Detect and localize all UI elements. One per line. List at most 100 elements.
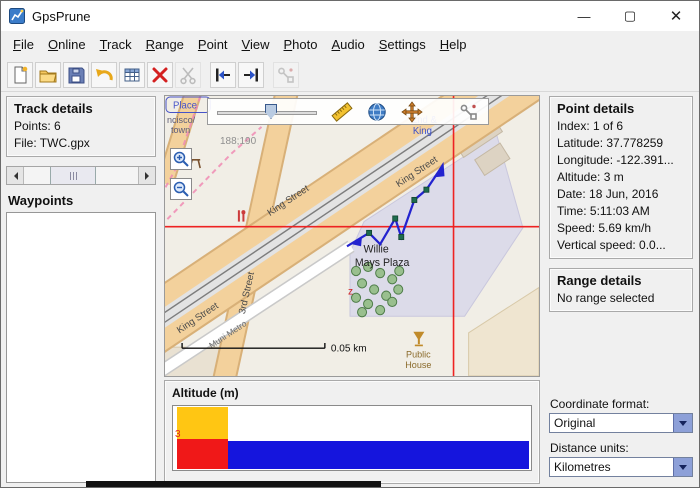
- point-longitude: Longitude: -122.391...: [557, 152, 685, 169]
- chevron-down-icon: [679, 465, 687, 474]
- zoom-in-icon: [172, 150, 190, 168]
- open-file-button[interactable]: [35, 62, 61, 88]
- map-control-bar: [207, 98, 489, 125]
- point-altitude: Altitude: 3 m: [557, 169, 685, 186]
- menu-view[interactable]: View: [235, 33, 277, 56]
- right-panel: Point details Index: 1 of 6 Latitude: 37…: [543, 92, 699, 487]
- zoom-slider[interactable]: [213, 99, 321, 124]
- profile-bars: [228, 441, 529, 469]
- menu-bar: File Online Track Range Point View Photo…: [1, 31, 699, 58]
- chart-title: Altitude (m): [172, 386, 532, 400]
- pub-label-line2: House: [405, 360, 431, 370]
- menu-settings[interactable]: Settings: [372, 33, 433, 56]
- menu-track[interactable]: Track: [93, 33, 139, 56]
- edit-point-button[interactable]: [119, 62, 145, 88]
- next-point-button[interactable]: [238, 62, 264, 88]
- point-latitude: Latitude: 37.778259: [557, 135, 685, 152]
- map-view[interactable]: King Street King Street King Street 3rd …: [164, 95, 540, 377]
- range-status: No range selected: [557, 290, 685, 307]
- point-date: Date: 18 Jun, 2016: [557, 186, 685, 203]
- point-details-title: Point details: [557, 101, 685, 116]
- minimize-button[interactable]: —: [561, 1, 607, 31]
- maximize-button[interactable]: ▢: [607, 1, 653, 31]
- range-details-group: Range details No range selected: [549, 268, 693, 312]
- district-label-line2: ncisco/: [167, 115, 196, 125]
- track-scrollbar[interactable]: [6, 166, 156, 185]
- tile-coordinates-label: 188;190: [220, 136, 256, 147]
- scissors-icon: [178, 65, 198, 85]
- menu-help[interactable]: Help: [433, 33, 474, 56]
- save-floppy-icon: [66, 65, 86, 85]
- pan-mode-button[interactable]: [401, 101, 423, 123]
- distance-units-label: Distance units:: [550, 441, 693, 455]
- edit-mode-button[interactable]: [458, 101, 480, 123]
- connect-link-icon: [276, 65, 296, 85]
- left-arrow-icon: [10, 172, 18, 180]
- coordinate-format-value: Original: [550, 416, 673, 430]
- dropdown-button[interactable]: [673, 414, 692, 432]
- zoom-in-button[interactable]: [170, 148, 192, 170]
- connect-photo-button[interactable]: [273, 62, 299, 88]
- background-window-strip: [86, 481, 381, 487]
- undo-button[interactable]: [91, 62, 117, 88]
- chart-y-tick: 3: [175, 429, 181, 440]
- altitude-chart[interactable]: 3: [172, 405, 532, 471]
- delete-point-button[interactable]: [147, 62, 173, 88]
- grip-line: [70, 172, 71, 180]
- station-label-line2: King: [413, 126, 432, 137]
- scrollbar-right-button[interactable]: [138, 167, 155, 184]
- menu-file[interactable]: File: [6, 33, 41, 56]
- window-controls: — ▢ ✕: [561, 1, 699, 31]
- coordinate-format-select[interactable]: Original: [549, 413, 693, 433]
- chevron-down-icon: [679, 421, 687, 430]
- menu-online[interactable]: Online: [41, 33, 93, 56]
- main-area: Track details Points: 6 File: TWC.gpx Wa…: [1, 92, 699, 487]
- map-marker-z: z: [348, 287, 353, 298]
- menu-photo[interactable]: Photo: [277, 33, 325, 56]
- menu-audio[interactable]: Audio: [324, 33, 371, 56]
- zoom-out-button[interactable]: [170, 178, 192, 200]
- distance-units-select[interactable]: Kilometres: [549, 457, 693, 477]
- measure-button[interactable]: [331, 101, 353, 123]
- toolbar: [1, 58, 699, 92]
- plaza-label-line2: Mays Plaza: [355, 257, 410, 269]
- close-button[interactable]: ✕: [653, 1, 699, 31]
- right-arrow-icon: [145, 172, 153, 180]
- plaza-label-line1: Willie: [364, 243, 389, 255]
- selected-bar-top: [177, 407, 229, 439]
- menu-point[interactable]: Point: [191, 33, 235, 56]
- connect-nodes-icon: [458, 101, 480, 123]
- open-folder-icon: [38, 65, 58, 85]
- title-bar: GpsPrune — ▢ ✕: [1, 1, 699, 31]
- point-time: Time: 5:11:03 AM: [557, 203, 685, 220]
- panel-spacer: [549, 312, 693, 389]
- dropdown-button[interactable]: [673, 458, 692, 476]
- new-file-icon: [10, 65, 30, 85]
- track-details-group: Track details Points: 6 File: TWC.gpx: [6, 96, 156, 157]
- next-point-icon: [241, 65, 261, 85]
- scrollbar-left-button[interactable]: [7, 167, 24, 184]
- point-speed: Speed: 5.69 km/h: [557, 220, 685, 237]
- waypoints-list[interactable]: [6, 212, 156, 483]
- window-title: GpsPrune: [32, 9, 91, 24]
- map-source-button[interactable]: [366, 101, 388, 123]
- app-icon: [9, 8, 25, 24]
- scrollbar-thumb[interactable]: [50, 167, 96, 184]
- save-file-button[interactable]: [63, 62, 89, 88]
- gpsprune-window: GpsPrune — ▢ ✕ File Online Track Range P…: [0, 0, 700, 488]
- new-file-button[interactable]: [7, 62, 33, 88]
- cut-range-button[interactable]: [175, 62, 201, 88]
- grip-line: [76, 172, 77, 180]
- point-vertical-speed: Vertical speed: 0.0...: [557, 237, 685, 254]
- ruler-icon: [331, 101, 353, 123]
- grip-line: [73, 172, 74, 180]
- point-index: Index: 1 of 6: [557, 118, 685, 135]
- edit-table-icon: [122, 65, 142, 85]
- menu-range[interactable]: Range: [139, 33, 191, 56]
- distance-units-value: Kilometres: [550, 460, 673, 474]
- slider-thumb[interactable]: [265, 104, 277, 119]
- previous-point-button[interactable]: [210, 62, 236, 88]
- globe-icon: [366, 101, 388, 123]
- center-column: King Street King Street King Street 3rd …: [161, 92, 543, 487]
- pub-label-line1: Public: [406, 349, 431, 359]
